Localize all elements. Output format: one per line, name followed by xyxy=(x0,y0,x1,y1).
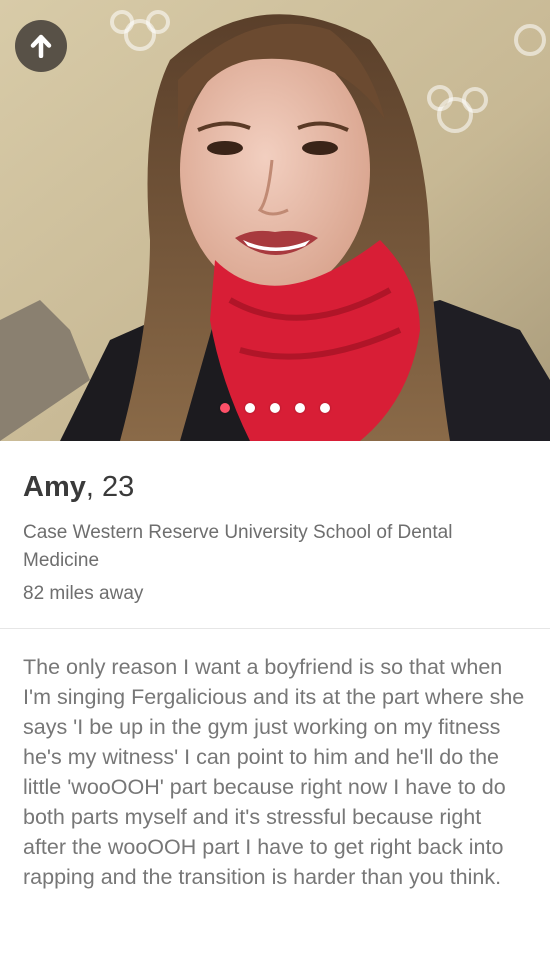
photo-dot-1[interactable] xyxy=(220,403,230,413)
photo-dot-4[interactable] xyxy=(295,403,305,413)
profile-age: , 23 xyxy=(85,471,135,503)
arrow-up-icon xyxy=(30,34,52,58)
photo-dot-3[interactable] xyxy=(270,403,280,413)
photo-dot-5[interactable] xyxy=(320,403,330,413)
back-button[interactable] xyxy=(15,20,67,72)
profile-school: Case Western Reserve University School o… xyxy=(23,522,453,571)
name-age: Amy, 23 xyxy=(23,470,523,504)
section-divider xyxy=(0,628,550,629)
photo-pagination xyxy=(0,403,550,413)
profile-bio: The only reason I want a boyfriend is so… xyxy=(23,655,525,889)
photo-dot-2[interactable] xyxy=(245,403,255,413)
profile-info: Amy, 23 Case Western Reserve University … xyxy=(23,470,523,608)
profile-photo-image xyxy=(0,0,550,441)
profile-name: Amy xyxy=(23,471,86,503)
profile-photo[interactable] xyxy=(0,0,550,441)
profile-distance: 82 miles away xyxy=(23,583,144,604)
